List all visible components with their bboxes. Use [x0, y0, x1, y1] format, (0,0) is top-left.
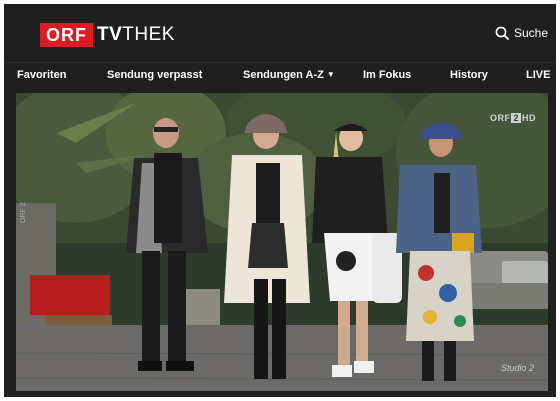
search-icon — [495, 26, 509, 40]
nav-item-favoriten[interactable]: Favoriten — [17, 69, 67, 81]
chevron-down-icon: ▼ — [326, 70, 335, 79]
main-navigation: Favoriten Sendung verpasst Sendungen A-Z… — [4, 62, 556, 88]
channel-badge: ORF 2 HD — [489, 113, 536, 123]
nav-item-sendungen-a-z[interactable]: Sendungen A-Z ▼ — [243, 69, 335, 81]
orf-logo-box: ORF — [40, 23, 93, 47]
nav-item-sendung-verpasst[interactable]: Sendung verpasst — [107, 69, 202, 81]
tvthek-app: ORF TVTHEK Suche Favoriten Sendung verpa… — [4, 4, 556, 397]
nav-item-history[interactable]: History — [450, 69, 488, 81]
tvthek-wordmark: TVTHEK — [97, 24, 175, 45]
nav-item-im-fokus[interactable]: Im Fokus — [363, 69, 411, 81]
video-player[interactable]: ORF 2 HD ORF 2 Studio 2 — [16, 93, 548, 391]
nav-item-label: Sendungen A-Z — [243, 69, 324, 81]
header: ORF TVTHEK Suche — [4, 4, 556, 62]
channel-side-text: ORF 2 — [20, 202, 27, 223]
orf-tvthek-logo[interactable]: ORF TVTHEK — [40, 23, 175, 47]
nav-item-live[interactable]: LIVE — [526, 69, 550, 81]
video-frame — [16, 93, 548, 391]
search-button[interactable]: Suche — [495, 26, 548, 40]
program-watermark: Studio 2 — [500, 363, 534, 373]
search-label: Suche — [513, 26, 548, 40]
